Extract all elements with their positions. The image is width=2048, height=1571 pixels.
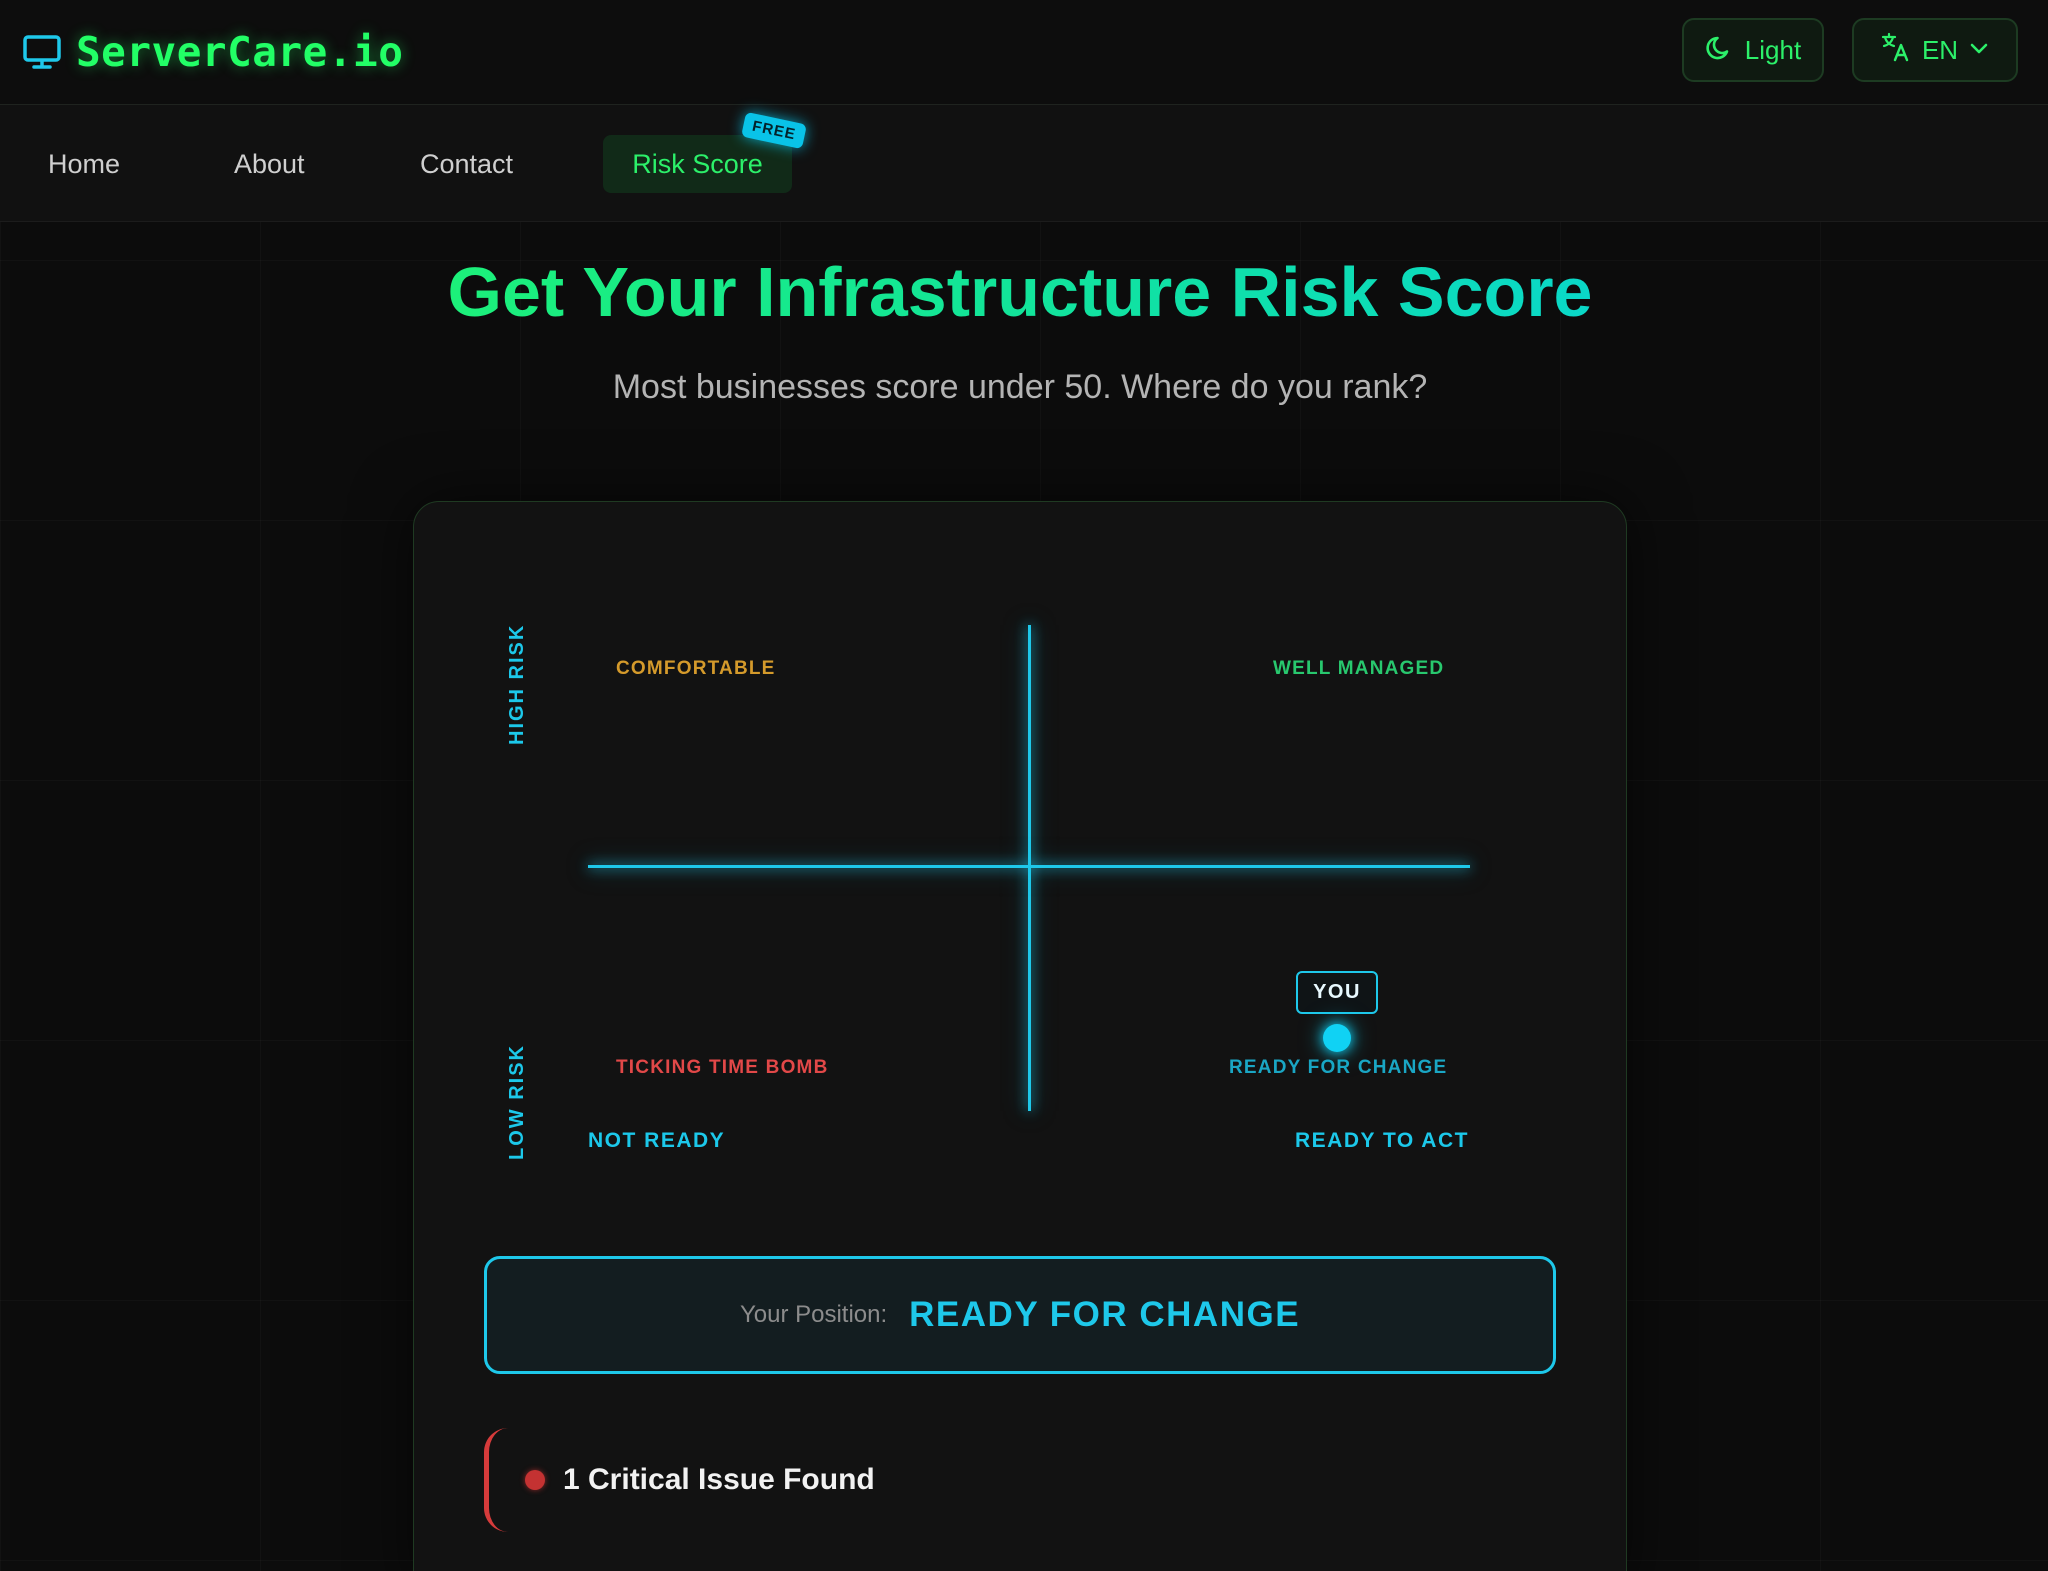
position-label: Your Position:: [739, 1301, 888, 1328]
matrix-horizontal-axis: [588, 865, 1470, 868]
moon-icon: [1705, 32, 1735, 69]
page-subtitle: Most businesses score under 50. Where do…: [612, 368, 1428, 406]
language-select[interactable]: EN: [1852, 18, 2018, 82]
your-position-box: Your Position: READY FOR CHANGE: [484, 1256, 1556, 1374]
quadrant-ticking-time-bomb: TICKING TIME BOMB: [616, 1057, 829, 1078]
critical-issues-summary[interactable]: 1 Critical Issue Found: [484, 1428, 1084, 1532]
quadrant-ready-for-change: READY FOR CHANGE: [1229, 1057, 1448, 1078]
you-marker-dot: [1323, 1024, 1351, 1052]
theme-toggle-label: Light: [1744, 34, 1802, 65]
theme-toggle-button[interactable]: Light: [1682, 18, 1824, 82]
quadrant-comfortable: COMFORTABLE: [616, 658, 776, 679]
translate-icon: [1880, 31, 1912, 70]
critical-issues-text: 1 Critical Issue Found: [563, 1463, 875, 1496]
you-marker-label: YOU: [1296, 971, 1378, 1014]
y-axis-low-label: LOW RISK: [506, 1044, 528, 1160]
y-axis-high-label: HIGH RISK: [506, 623, 528, 745]
chevron-down-icon: [1968, 35, 1990, 66]
top-header: ServerCare.io Light EN: [0, 0, 2048, 105]
nav-about[interactable]: About: [234, 135, 305, 193]
risk-matrix: HIGH RISK LOW RISK COMFORTABLE WELL MANA…: [414, 502, 1628, 1222]
nav-risk-score[interactable]: Risk Score: [603, 135, 792, 193]
x-axis-not-ready-label: NOT READY: [588, 1129, 726, 1152]
critical-status-dot: [525, 1470, 545, 1490]
position-value: READY FOR CHANGE: [909, 1295, 1301, 1334]
brand-logo[interactable]: ServerCare.io: [22, 26, 403, 78]
main-nav: Home About Contact Risk Score: [0, 105, 2048, 222]
page-title-text: Get Your Infrastructure Risk Score: [447, 253, 1593, 331]
matrix-vertical-axis: [1028, 625, 1031, 1111]
page-title: Get Your Infrastructure Risk Score: [0, 252, 2040, 332]
monitor-icon: [22, 34, 62, 70]
brand-name: ServerCare.io: [76, 28, 404, 76]
risk-score-card: HIGH RISK LOW RISK COMFORTABLE WELL MANA…: [413, 501, 1627, 1571]
nav-contact[interactable]: Contact: [420, 135, 513, 193]
language-label: EN: [1921, 34, 1959, 65]
x-axis-ready-to-act-label: READY TO ACT: [1295, 1129, 1469, 1152]
nav-home[interactable]: Home: [48, 135, 120, 193]
quadrant-well-managed: WELL MANAGED: [1273, 658, 1445, 679]
